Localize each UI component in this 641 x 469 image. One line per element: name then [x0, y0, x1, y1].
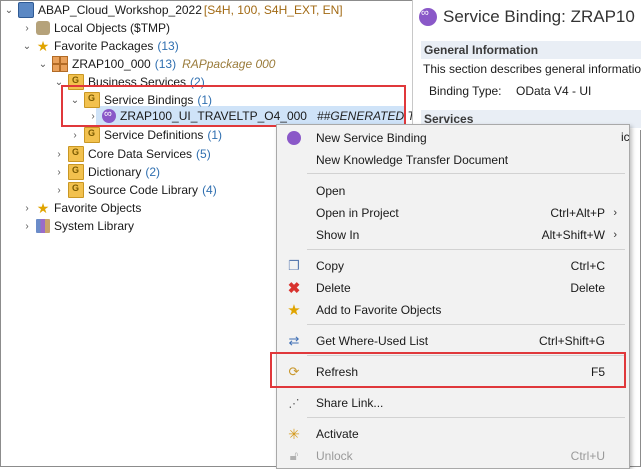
- service-binding-icon: [419, 7, 437, 26]
- tree-node-favorite-packages[interactable]: ⌄ ★ Favorite Packages (13): [22, 37, 179, 55]
- root-meta: [S4H, 100, S4H_EXT, EN]: [203, 3, 343, 17]
- chevron-down-icon[interactable]: ⌄: [4, 5, 14, 16]
- share-link-icon: ⋰: [288, 397, 300, 410]
- package-count: (13): [154, 57, 177, 71]
- where-used-icon: ⇄: [288, 333, 300, 348]
- system-library-icon: [36, 219, 50, 233]
- tree-node-service-definitions[interactable]: › Service Definitions (1): [70, 126, 222, 144]
- package-label: ZRAP100_000: [72, 57, 151, 71]
- folder-icon: [68, 146, 84, 162]
- menu-item-where-used[interactable]: ⇄ Get Where-Used List Ctrl+Shift+G: [277, 330, 629, 352]
- abap-project-icon: [18, 2, 34, 18]
- menu-item-activate[interactable]: ✳ Activate: [277, 423, 629, 445]
- menu-item-new-ktd[interactable]: New Knowledge Transfer Document: [277, 149, 629, 171]
- submenu-arrow-icon: ›: [613, 229, 617, 241]
- chevron-down-icon[interactable]: ⌄: [22, 41, 32, 52]
- menu-item-new-service-binding[interactable]: New Service Binding: [277, 127, 629, 149]
- activate-icon: ✳: [288, 425, 300, 442]
- favorite-packages-count: (13): [157, 39, 179, 53]
- chevron-right-icon[interactable]: ›: [22, 23, 32, 34]
- menu-separator: [307, 249, 625, 250]
- dictionary-count: (2): [145, 165, 161, 179]
- tree-node-system-library[interactable]: › System Library: [22, 217, 134, 235]
- submenu-arrow-icon: ›: [613, 207, 617, 219]
- folder-icon: [68, 182, 84, 198]
- system-library-label: System Library: [54, 219, 135, 233]
- menu-item-share-link[interactable]: ⋰ Share Link...: [277, 392, 629, 414]
- menu-separator: [307, 417, 625, 418]
- menu-item-open[interactable]: Open: [277, 180, 629, 202]
- annotation-refresh-highlight: [270, 352, 626, 388]
- favorite-packages-icon: ★: [36, 38, 50, 54]
- chevron-right-icon[interactable]: ›: [22, 203, 32, 214]
- package-description: RAPpackage 000: [182, 57, 276, 71]
- favorite-objects-icon: ★: [36, 200, 50, 216]
- source-code-library-count: (4): [202, 183, 217, 197]
- delete-icon: ✖: [287, 280, 301, 297]
- chevron-right-icon[interactable]: ›: [54, 185, 64, 196]
- chevron-right-icon[interactable]: ›: [70, 130, 80, 141]
- chevron-right-icon[interactable]: ›: [54, 167, 64, 178]
- package-icon: [52, 56, 68, 72]
- tree-node-dictionary[interactable]: › Dictionary (2): [54, 163, 160, 181]
- general-information-description: This section describes general informati…: [423, 62, 641, 76]
- unlock-icon: 🔓︎: [289, 448, 299, 463]
- copy-icon: ❐: [288, 258, 300, 273]
- source-code-library-label: Source Code Library: [88, 183, 199, 197]
- folder-icon: [68, 164, 84, 180]
- favorite-packages-label: Favorite Packages: [54, 39, 154, 53]
- root-label: ABAP_Cloud_Workshop_2022: [38, 3, 202, 17]
- menu-item-delete[interactable]: ✖ Delete Delete: [277, 277, 629, 299]
- tree-node-local-objects[interactable]: › Local Objects ($TMP): [22, 19, 170, 37]
- chevron-right-icon[interactable]: ›: [22, 221, 32, 232]
- menu-item-copy[interactable]: ❐ Copy Ctrl+C: [277, 255, 629, 277]
- local-objects-icon: [36, 21, 50, 35]
- binding-type-value: OData V4 - UI: [516, 84, 592, 98]
- core-data-services-count: (5): [196, 147, 211, 161]
- context-menu: ic New Service Binding New Knowledge Tra…: [276, 124, 630, 469]
- annotation-highlight-box: [61, 85, 406, 127]
- tree-node-favorite-objects[interactable]: › ★ Favorite Objects: [22, 199, 141, 217]
- menu-item-open-in-project[interactable]: Open in Project Ctrl+Alt+P ›: [277, 202, 629, 224]
- menu-item-unlock[interactable]: 🔓︎ Unlock Ctrl+U: [277, 445, 629, 467]
- editor-title: Service Binding: ZRAP10: [419, 4, 635, 30]
- service-definitions-count: (1): [207, 128, 223, 142]
- chevron-right-icon[interactable]: ›: [54, 149, 64, 160]
- tree-node-package[interactable]: ⌄ ZRAP100_000 (13) RAPpackage 000: [38, 55, 275, 73]
- tree-node-core-data-services[interactable]: › Core Data Services (5): [54, 145, 211, 163]
- favorite-objects-label: Favorite Objects: [54, 201, 142, 215]
- tree-node-source-code-library[interactable]: › Source Code Library (4): [54, 181, 217, 199]
- menu-item-add-favorite[interactable]: ★ Add to Favorite Objects: [277, 299, 629, 321]
- menu-item-show-in[interactable]: Show In Alt+Shift+W ›: [277, 224, 629, 246]
- menu-separator: [307, 173, 625, 174]
- tree-node-root[interactable]: ⌄ ABAP_Cloud_Workshop_2022 [S4H, 100, S4…: [4, 1, 343, 19]
- dictionary-label: Dictionary: [88, 165, 142, 179]
- service-binding-editor: Service Binding: ZRAP10 General Informat…: [412, 0, 641, 130]
- service-binding-icon: [286, 130, 302, 146]
- star-icon: ★: [287, 302, 301, 319]
- editor-title-text: Service Binding: ZRAP10: [443, 7, 635, 26]
- local-objects-label: Local Objects ($TMP): [54, 21, 171, 35]
- core-data-services-label: Core Data Services: [88, 147, 193, 161]
- binding-type-label: Binding Type:: [429, 84, 502, 98]
- folder-icon: [84, 127, 100, 143]
- chevron-down-icon[interactable]: ⌄: [38, 59, 48, 70]
- menu-separator: [307, 324, 625, 325]
- service-definitions-label: Service Definitions: [104, 128, 204, 142]
- general-information-header[interactable]: General Information: [421, 41, 641, 59]
